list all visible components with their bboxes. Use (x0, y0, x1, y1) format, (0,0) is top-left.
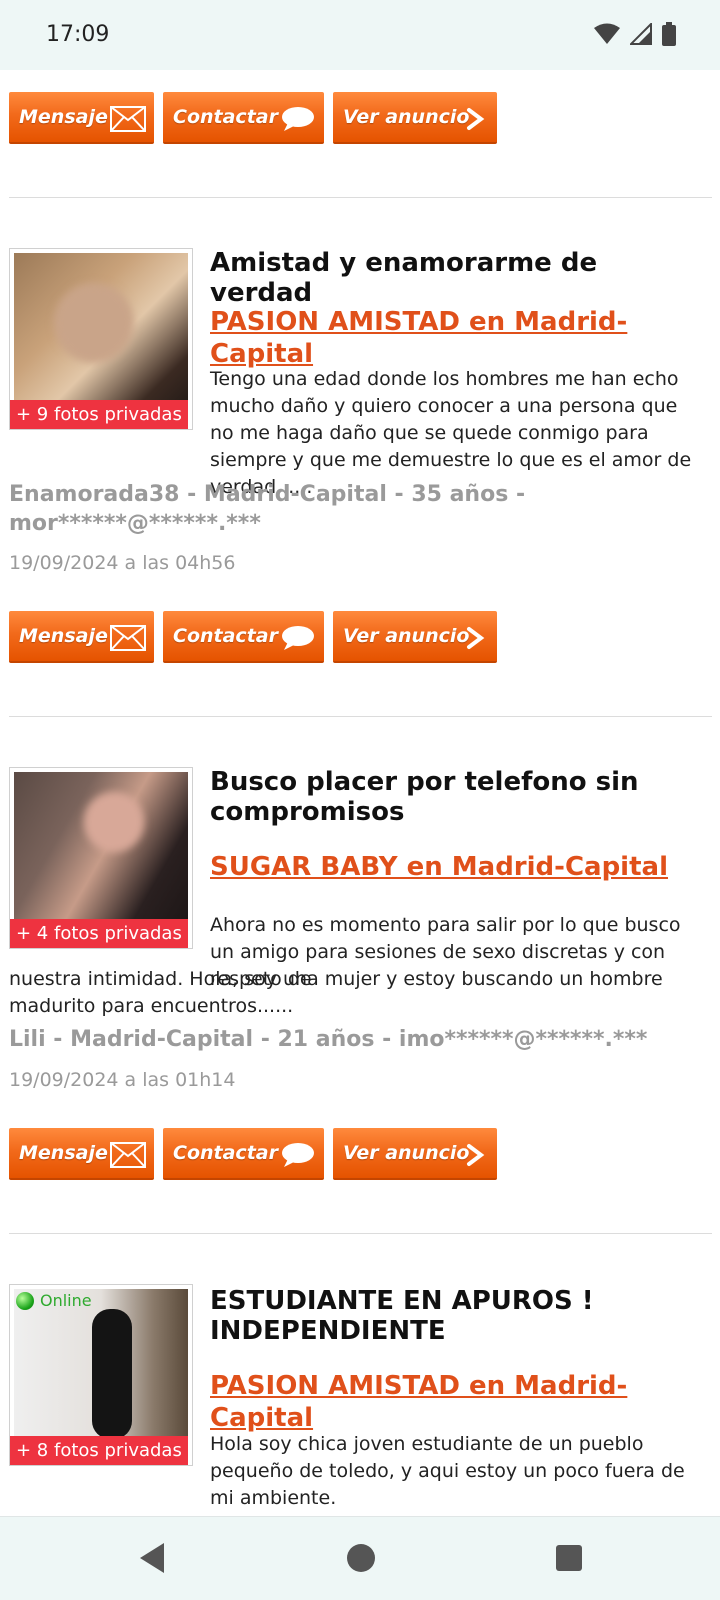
online-label: Online (40, 1291, 92, 1310)
private-photos-badge[interactable]: + 4 fotos privadas (10, 919, 188, 948)
profile-photo[interactable]: + 4 fotos privadas (9, 767, 193, 949)
speech-bubble-icon (282, 1143, 314, 1167)
listing-meta: Enamorada38 - Madrid-Capital - 35 años -… (9, 482, 526, 536)
envelope-icon (110, 106, 146, 132)
view-listing-button[interactable]: Ver anuncio (333, 611, 497, 663)
home-icon[interactable] (345, 1541, 377, 1575)
speech-bubble-icon (282, 626, 314, 650)
listing-category-link[interactable]: PASION AMISTAD en Madrid-Capital (210, 1370, 710, 1434)
listing-category-link[interactable]: PASION AMISTAD en Madrid-Capital (210, 306, 710, 370)
message-label: Mensaje (19, 1142, 108, 1164)
envelope-icon (110, 625, 146, 651)
view-label: Ver anuncio (343, 1142, 470, 1164)
divider (9, 1233, 712, 1234)
system-nav-bar (0, 1516, 720, 1600)
view-listing-button[interactable]: Ver anuncio (333, 92, 497, 144)
contact-label: Contactar (173, 1142, 278, 1164)
divider (9, 197, 712, 198)
envelope-icon (110, 1142, 146, 1168)
listing-title[interactable]: ESTUDIANTE EN APUROS ! INDEPENDIENTE (210, 1286, 700, 1346)
contact-button[interactable]: Contactar (163, 1128, 324, 1180)
divider (9, 716, 712, 717)
profile-photo[interactable]: Online + 8 fotos privadas (9, 1284, 193, 1466)
action-buttons: Mensaje Contactar Ver anuncio (9, 92, 497, 144)
listing-category-link[interactable]: SUGAR BABY en Madrid-Capital (210, 851, 710, 883)
back-icon[interactable] (136, 1541, 168, 1575)
recents-icon[interactable] (553, 1541, 585, 1575)
battery-icon (662, 22, 676, 46)
private-photos-badge[interactable]: + 9 fotos privadas (10, 400, 188, 429)
listings-content: Mensaje Contactar Ver anuncio + 9 fotos … (0, 70, 720, 1516)
action-buttons: Mensaje Contactar Ver anuncio (9, 1128, 497, 1180)
listing-card: + 9 fotos privadas Amistad y enamorarme … (0, 248, 720, 768)
action-buttons: Mensaje Contactar Ver anuncio (9, 611, 497, 663)
listing-card: + 4 fotos privadas Busco placer por tele… (0, 767, 720, 1287)
listing-date: 19/09/2024 a las 04h56 (9, 552, 236, 574)
view-listing-button[interactable]: Ver anuncio (333, 1128, 497, 1180)
wifi-icon (594, 23, 620, 44)
listing-date: 19/09/2024 a las 01h14 (9, 1069, 236, 1091)
listing-card: Online + 8 fotos privadas ESTUDIANTE EN … (0, 1284, 720, 1516)
status-time: 17:09 (46, 22, 110, 47)
arrow-right-icon (467, 627, 485, 649)
blurred-face (84, 792, 144, 852)
signal-icon (630, 23, 652, 45)
message-label: Mensaje (19, 106, 108, 128)
profile-photo[interactable]: + 9 fotos privadas (9, 248, 193, 430)
status-bar: 17:09 (0, 0, 720, 70)
private-photos-badge[interactable]: + 8 fotos privadas (10, 1436, 188, 1465)
online-dot-icon (16, 1291, 34, 1310)
listing-description: Hola soy chica joven estudiante de un pu… (210, 1433, 685, 1509)
view-label: Ver anuncio (343, 625, 470, 647)
view-label: Ver anuncio (343, 106, 470, 128)
message-button[interactable]: Mensaje (9, 611, 154, 663)
message-button[interactable]: Mensaje (9, 1128, 154, 1180)
contact-label: Contactar (173, 106, 278, 128)
listing-title[interactable]: Amistad y enamorarme de verdad (210, 248, 700, 308)
listing-meta: Lili - Madrid-Capital - 21 años - imo***… (9, 1027, 648, 1052)
status-icons (594, 22, 676, 46)
speech-bubble-icon (282, 107, 314, 131)
listing-description-continued: nuestra intimidad. Hola, soy una mujer y… (9, 968, 663, 1017)
silhouette (92, 1309, 132, 1439)
contact-button[interactable]: Contactar (163, 92, 324, 144)
contact-label: Contactar (173, 625, 278, 647)
listing-title[interactable]: Busco placer por telefono sin compromiso… (210, 767, 700, 827)
arrow-right-icon (467, 108, 485, 130)
arrow-right-icon (467, 1144, 485, 1166)
message-label: Mensaje (19, 625, 108, 647)
online-indicator: Online (16, 1291, 92, 1310)
message-button[interactable]: Mensaje (9, 92, 154, 144)
blurred-face (54, 283, 134, 363)
contact-button[interactable]: Contactar (163, 611, 324, 663)
